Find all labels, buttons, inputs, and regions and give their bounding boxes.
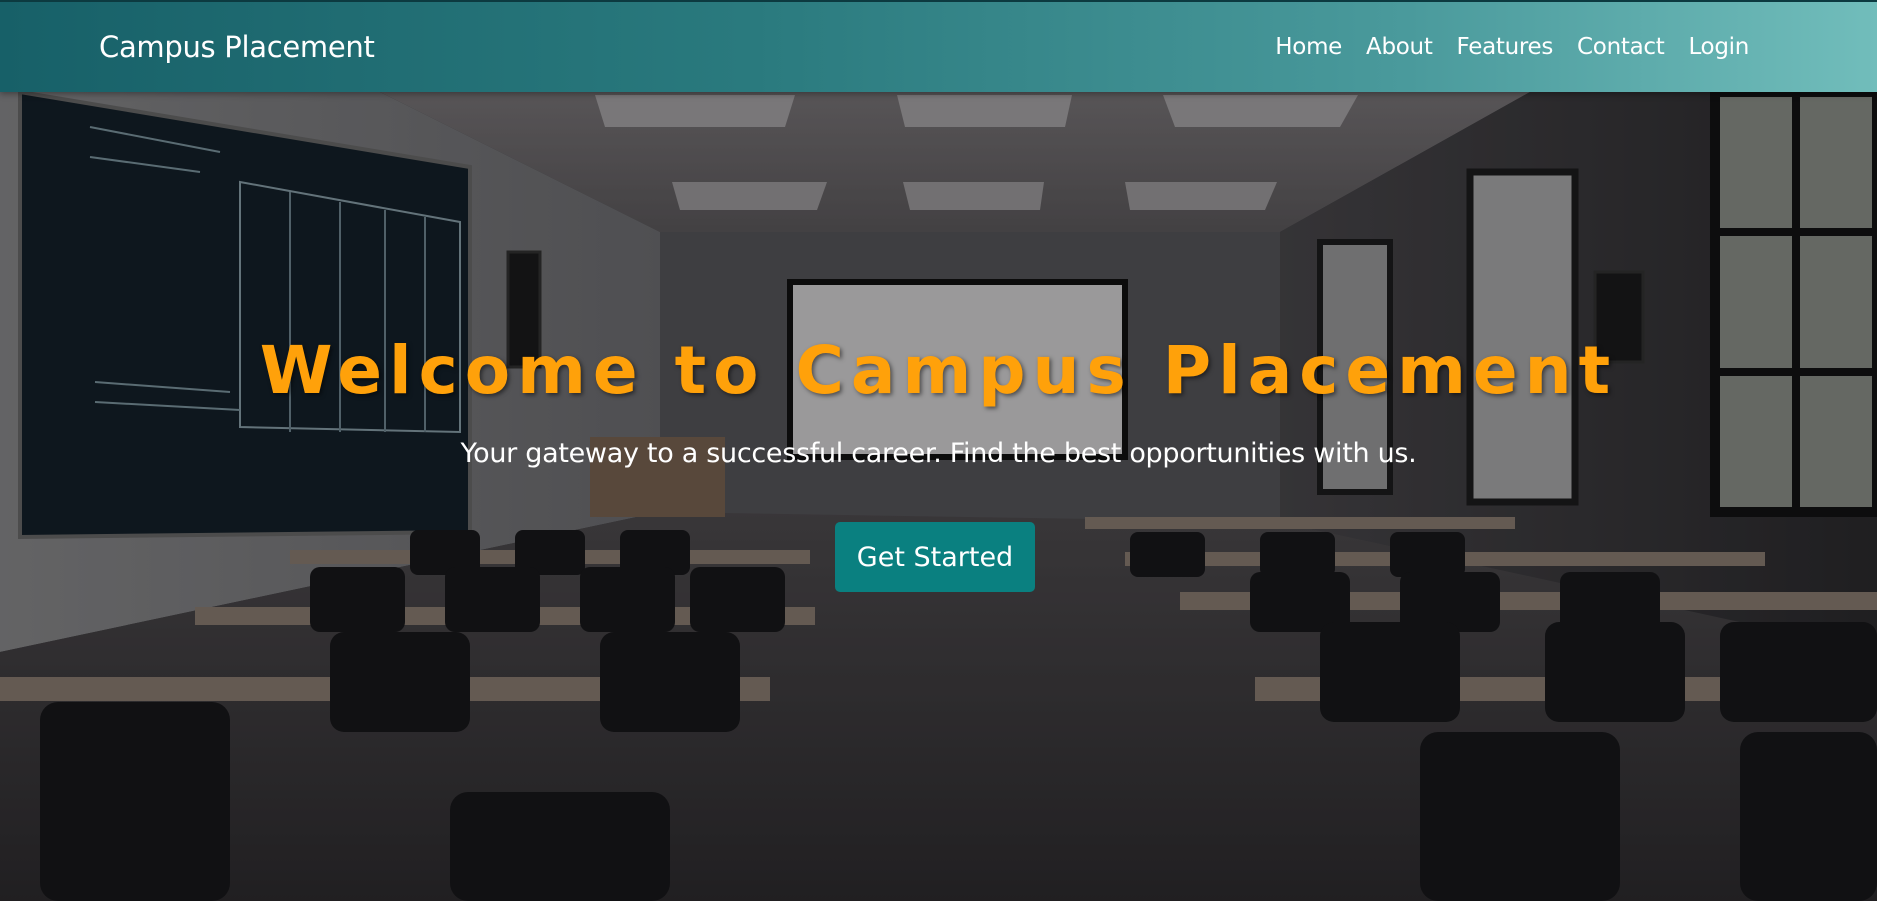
brand-link[interactable]: Campus Placement bbox=[99, 30, 375, 64]
get-started-button[interactable]: Get Started bbox=[835, 522, 1035, 592]
navbar: Campus Placement Home About Features Con… bbox=[0, 0, 1877, 92]
hero-content: Welcome to Campus Placement Your gateway… bbox=[0, 92, 1877, 901]
hero-title: Welcome to Campus Placement bbox=[259, 332, 1618, 409]
nav-link-home[interactable]: Home bbox=[1263, 34, 1354, 60]
hero-subtitle: Your gateway to a successful career. Fin… bbox=[460, 438, 1417, 469]
hero-section: Welcome to Campus Placement Your gateway… bbox=[0, 92, 1877, 901]
nav-links: Home About Features Contact Login bbox=[1263, 34, 1761, 60]
nav-link-about[interactable]: About bbox=[1354, 34, 1445, 60]
nav-link-contact[interactable]: Contact bbox=[1565, 34, 1676, 60]
nav-link-login[interactable]: Login bbox=[1676, 34, 1761, 60]
nav-link-features[interactable]: Features bbox=[1445, 34, 1566, 60]
